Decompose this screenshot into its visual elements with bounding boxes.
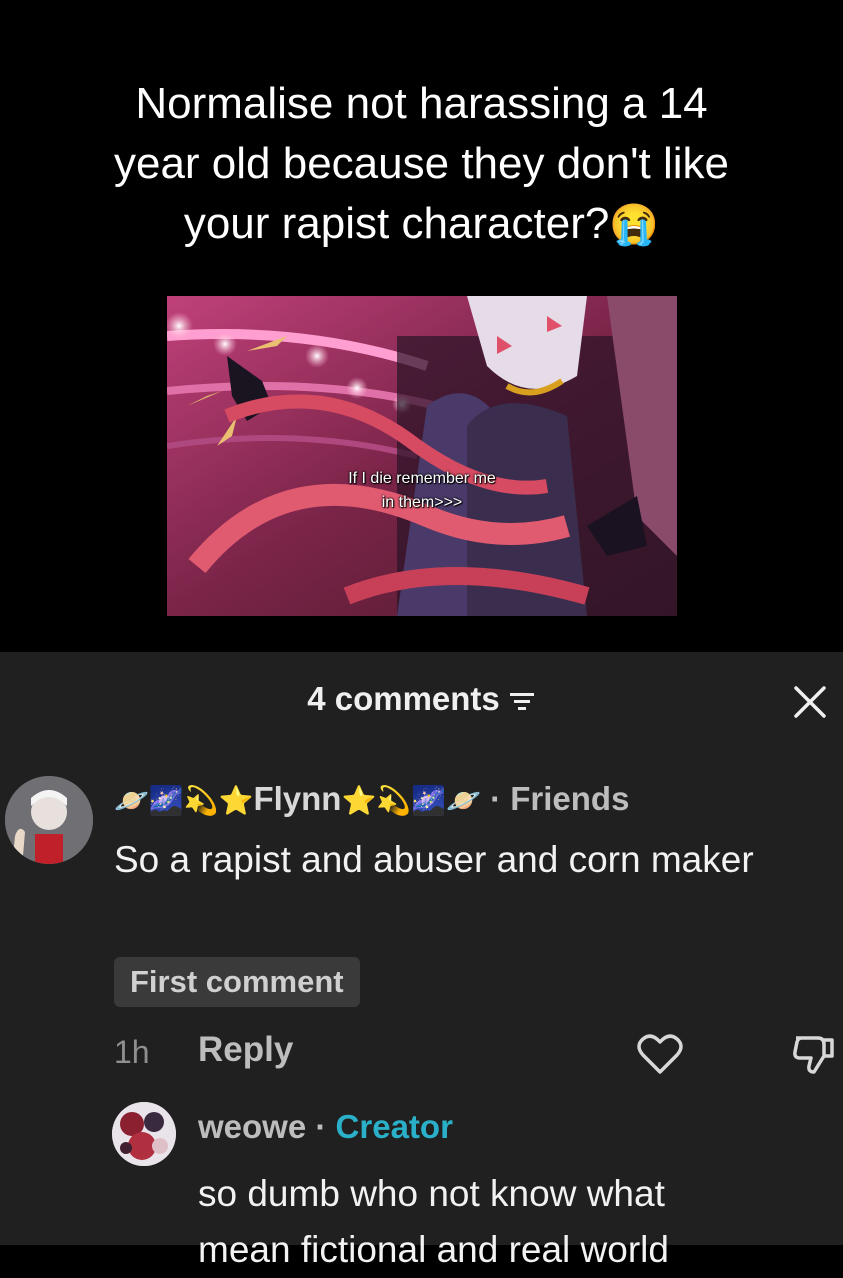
creator-label: Creator: [335, 1108, 453, 1145]
comment-1-timestamp: 1h: [114, 1034, 150, 1070]
comment-1-header: 🪐🌌💫⭐Flynn⭐💫🌌🪐 · Friends: [114, 777, 629, 823]
flynn-avatar[interactable]: [5, 776, 93, 864]
comment-1-relation: · Friends: [490, 780, 630, 817]
caption-line-1: If I die remember me: [348, 470, 496, 487]
headline-line-3: your rapist character?: [183, 199, 610, 248]
thumbs-down-icon[interactable]: [790, 1032, 836, 1076]
headline-line-2: year old because they don't like: [113, 139, 729, 188]
first-comment-badge: First comment: [114, 957, 360, 1007]
sort-lines-icon[interactable]: [508, 682, 536, 720]
reply-button[interactable]: Reply: [198, 1030, 293, 1070]
comments-sheet-header: 4 comments: [0, 652, 843, 752]
weowe-avatar[interactable]: [112, 1102, 176, 1166]
heart-outline-icon[interactable]: [637, 1032, 683, 1076]
comment-2-separator: ·: [315, 1108, 327, 1145]
username-decoration-emoji: 🪐🌌💫⭐: [114, 785, 254, 816]
username-decoration-emoji: ⭐💫🌌🪐: [341, 785, 481, 816]
crying-emoji: 😭: [609, 203, 660, 247]
cartoon-scene-illustration: [167, 296, 677, 616]
comment-1-username[interactable]: Flynn: [253, 780, 341, 817]
headline-line-1: Normalise not harassing a 14: [135, 79, 708, 128]
comment-1-text: So a rapist and abuser and corn maker: [114, 839, 754, 880]
post-media-image[interactable]: If I die remember me in them>>>: [167, 296, 677, 616]
comment-2-text-line-2: mean fictional and real world: [198, 1229, 669, 1270]
caption-line-2: in them>>>: [381, 494, 463, 511]
post-area: Normalise not harassing a 14 year old be…: [0, 0, 843, 652]
close-icon[interactable]: [792, 684, 828, 720]
comment-count-row[interactable]: 4 comments: [0, 680, 843, 720]
comment-2-text-line-1: so dumb who not know what: [198, 1173, 665, 1214]
comments-sheet: 4 comments 🪐🌌💫⭐Flynn⭐💫🌌🪐 · Friends So a …: [0, 652, 843, 1270]
media-caption: If I die remember me in them>>>: [167, 467, 677, 515]
comment-2-username[interactable]: weowe: [198, 1108, 306, 1145]
comment-2-header: weowe · Creator: [198, 1108, 453, 1146]
comment-count-label: 4 comments: [307, 680, 500, 717]
post-headline: Normalise not harassing a 14 year old be…: [0, 74, 843, 255]
